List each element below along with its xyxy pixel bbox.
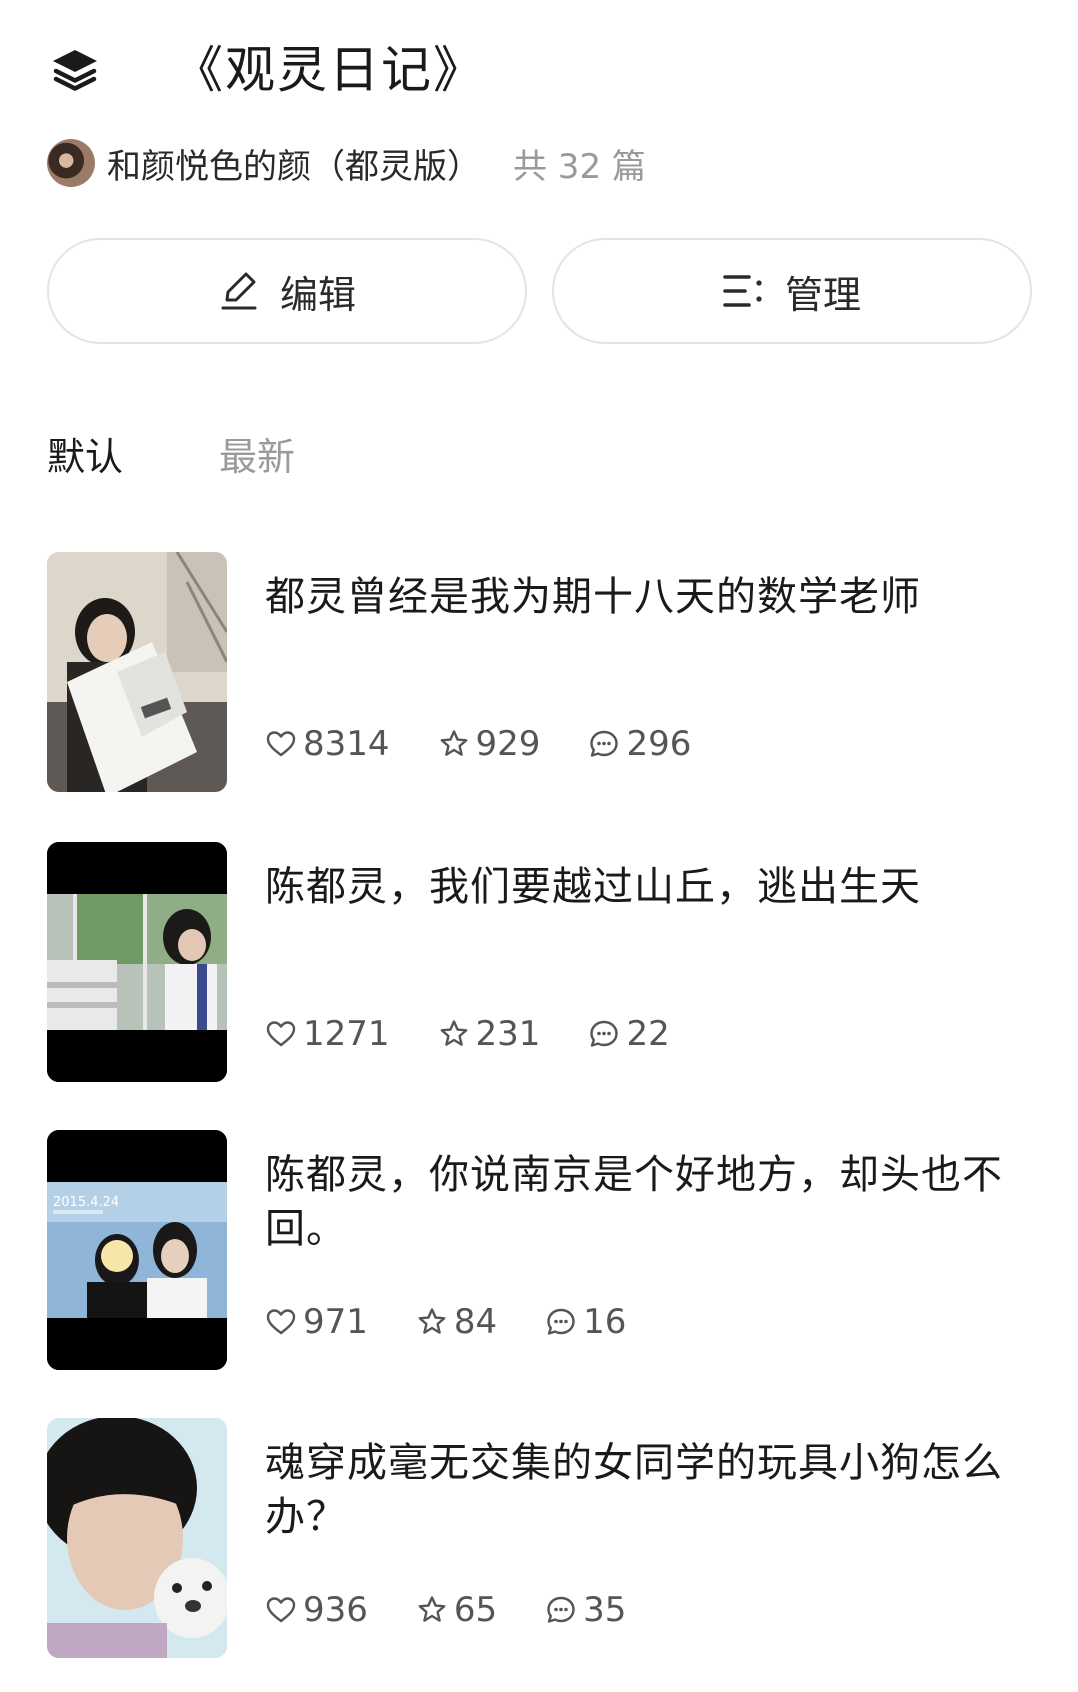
comment-count: 35 — [583, 1590, 627, 1630]
heart-icon — [266, 1309, 296, 1335]
heart-icon — [266, 731, 296, 757]
comment-count: 16 — [583, 1302, 627, 1342]
comment-stat[interactable]: 16 — [545, 1302, 626, 1342]
comment-stat[interactable]: 35 — [545, 1590, 626, 1630]
heart-icon — [266, 1597, 296, 1623]
tab-default[interactable]: 默认 — [47, 432, 123, 482]
article-title[interactable]: 魂穿成毫无交集的女同学的玩具小狗怎么办？ — [265, 1436, 1025, 1544]
like-count: 936 — [303, 1590, 368, 1630]
article-thumbnail — [47, 842, 227, 1082]
comment-icon — [547, 1308, 575, 1335]
article-item[interactable]: 陈都灵，我们要越过山丘，逃出生天 1271 231 22 — [47, 842, 1037, 1084]
article-stats: 1271 231 22 — [265, 1010, 718, 1058]
article-stats: 971 84 16 — [265, 1298, 674, 1346]
article-stats: 8314 929 296 — [265, 720, 739, 768]
favorite-count: 231 — [475, 1014, 541, 1054]
like-count: 1271 — [303, 1014, 390, 1054]
pencil-icon — [218, 270, 260, 312]
article-thumbnail — [47, 1418, 227, 1658]
favorite-stat[interactable]: 84 — [416, 1302, 497, 1342]
list-manage-icon — [723, 270, 765, 312]
manage-button-label: 管理 — [784, 272, 861, 317]
article-count: 共 32 篇 — [513, 146, 646, 187]
comment-icon — [547, 1596, 575, 1623]
author-row: 和颜悦色的颜（都灵版） 共 32 篇 — [47, 138, 646, 188]
article-item[interactable]: 2015.4.24 陈都灵，你说南京是个好地方，却头也不回。 971 84 16 — [47, 1130, 1037, 1372]
article-stats: 936 65 35 — [265, 1586, 674, 1634]
article-thumbnail: 2015.4.24 — [47, 1130, 227, 1370]
favorite-stat[interactable]: 231 — [438, 1014, 541, 1054]
article-title[interactable]: 都灵曾经是我为期十八天的数学老师 — [265, 570, 1025, 624]
star-icon — [440, 1020, 467, 1046]
favorite-count: 84 — [453, 1302, 498, 1342]
author-name[interactable]: 和颜悦色的颜（都灵版） — [107, 139, 481, 188]
article-thumbnail — [47, 552, 227, 792]
edit-button-label: 编辑 — [279, 272, 356, 317]
article-title[interactable]: 陈都灵，我们要越过山丘，逃出生天 — [265, 860, 1025, 914]
header: 《观灵日记》 — [47, 30, 485, 110]
manage-button[interactable]: 管理 — [552, 238, 1032, 344]
comment-stat[interactable]: 22 — [588, 1014, 670, 1054]
favorite-count: 929 — [475, 724, 541, 764]
article-item[interactable]: 魂穿成毫无交集的女同学的玩具小狗怎么办？ 936 65 35 — [47, 1418, 1037, 1660]
favorite-stat[interactable]: 65 — [416, 1590, 497, 1630]
comment-icon — [590, 1020, 619, 1047]
star-icon — [418, 1308, 446, 1334]
tab-latest[interactable]: 最新 — [219, 432, 295, 482]
collection-title: 《观灵日记》 — [173, 41, 485, 99]
comment-count: 22 — [626, 1014, 670, 1054]
thumbnail-date-text: 2015.4.24 — [53, 1195, 119, 1210]
article-item[interactable]: 都灵曾经是我为期十八天的数学老师 8314 929 296 — [47, 552, 1037, 794]
like-stat[interactable]: 971 — [265, 1302, 368, 1342]
like-stat[interactable]: 936 — [265, 1590, 368, 1630]
layers-icon — [47, 42, 103, 98]
article-title[interactable]: 陈都灵，你说南京是个好地方，却头也不回。 — [265, 1148, 1025, 1256]
edit-button[interactable]: 编辑 — [47, 238, 527, 344]
comment-icon — [590, 730, 619, 757]
like-count: 8314 — [303, 724, 390, 764]
star-icon — [440, 730, 467, 756]
comment-count: 296 — [626, 724, 692, 764]
like-stat[interactable]: 8314 — [265, 724, 390, 764]
comment-stat[interactable]: 296 — [588, 724, 691, 764]
like-count: 971 — [303, 1302, 368, 1342]
star-icon — [418, 1596, 446, 1622]
heart-icon — [266, 1021, 296, 1047]
favorite-stat[interactable]: 929 — [438, 724, 541, 764]
avatar[interactable] — [47, 139, 95, 187]
sort-tabs: 默认 最新 — [47, 432, 295, 482]
favorite-count: 65 — [453, 1590, 498, 1630]
like-stat[interactable]: 1271 — [265, 1014, 390, 1054]
